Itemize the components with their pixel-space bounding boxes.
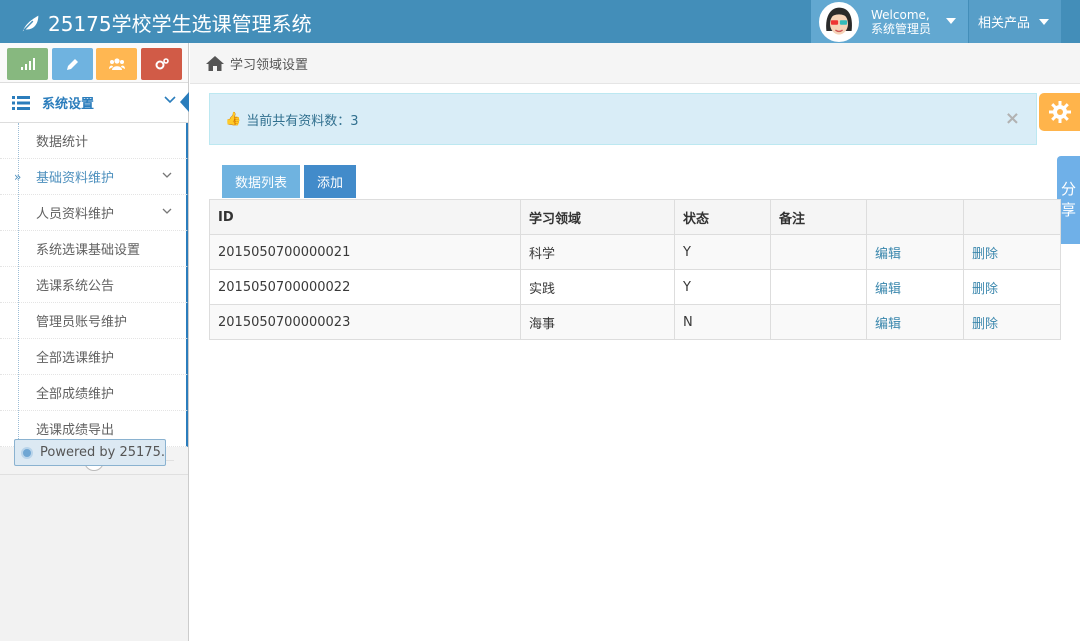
gear-icon <box>1048 101 1071 123</box>
cell-field: 科学 <box>520 234 675 270</box>
column-header-id: ID <box>209 199 521 235</box>
table-row: 2015050700000022 实践 Y 编辑 删除 <box>209 269 1061 305</box>
delete-link[interactable]: 删除 <box>963 234 1061 270</box>
cell-id: 2015050700000022 <box>209 269 521 305</box>
share-text-1: 分 <box>1060 180 1076 198</box>
welcome-text: Welcome, <box>871 7 930 22</box>
app-title: 25175学校学生选课管理系统 <box>48 12 312 36</box>
chevron-down-icon <box>164 96 176 104</box>
sidebar-item-label: 系统选课基础设置 <box>36 243 141 258</box>
alert-text: 当前共有资料数：3 <box>246 113 359 129</box>
sidebar-item-basic-data[interactable]: » 基础资料维护 <box>0 159 188 195</box>
settings-panel-toggle[interactable] <box>1039 93 1080 131</box>
data-list-button[interactable]: 数据列表 <box>222 165 300 198</box>
shortcut-settings-button[interactable] <box>141 48 182 80</box>
user-info: Welcome, 系统管理员 <box>871 8 931 36</box>
column-header-note: 备注 <box>770 199 867 235</box>
cogs-icon <box>155 58 169 70</box>
nav-section-system-settings[interactable]: 系统设置 <box>0 83 189 123</box>
users-icon <box>108 58 125 70</box>
cell-id: 2015050700000021 <box>209 234 521 270</box>
home-icon[interactable] <box>206 55 224 71</box>
cell-status: Y <box>674 269 771 305</box>
column-header-edit <box>866 199 964 235</box>
nav-section-label: 系统设置 <box>42 97 95 112</box>
chevron-down-icon <box>162 172 172 178</box>
cell-id: 2015050700000023 <box>209 304 521 340</box>
sidebar-item-announcements[interactable]: 选课系统公告 <box>0 267 188 303</box>
top-navbar: 25175学校学生选课管理系统 Welcome, 系统管理员 相关产品 <box>0 0 1080 43</box>
sidebar-item-data-stats[interactable]: 数据统计 <box>0 123 188 159</box>
close-icon[interactable]: × <box>1005 108 1020 129</box>
active-arrow <box>180 92 189 112</box>
data-table: ID 学习领域 状态 备注 2015050700000021 科学 Y 编辑 删… <box>209 199 1061 340</box>
cell-field: 海事 <box>520 304 675 340</box>
caret-down-icon <box>1039 18 1050 25</box>
info-alert: 👍 当前共有资料数：3 × <box>209 93 1037 145</box>
list-icon <box>12 95 30 110</box>
sidebar-item-all-grades[interactable]: 全部成绩维护 <box>0 375 188 411</box>
sidebar-item-label: 选课系统公告 <box>36 279 115 294</box>
avatar <box>819 1 859 42</box>
user-menu[interactable]: Welcome, 系统管理员 <box>811 0 968 43</box>
sidebar-item-course-settings[interactable]: 系统选课基础设置 <box>0 231 188 267</box>
pencil-icon <box>67 58 78 70</box>
cell-note <box>770 269 867 305</box>
sidebar-item-label: 选课成绩导出 <box>36 423 115 438</box>
sidebar-item-label: 数据统计 <box>36 135 89 150</box>
products-menu[interactable]: 相关产品 <box>969 0 1061 43</box>
cell-note <box>770 234 867 270</box>
sidebar-item-label: 全部成绩维护 <box>36 387 115 402</box>
breadcrumb: 学习领域设置 <box>190 43 1080 84</box>
shortcut-users-button[interactable] <box>96 48 137 80</box>
sidebar-item-personnel-data[interactable]: 人员资料维护 <box>0 195 188 231</box>
column-header-field: 学习领域 <box>520 199 675 235</box>
signal-icon <box>20 58 35 70</box>
powered-by-text: Powered by 25175.com <box>40 445 165 460</box>
sidebar-item-label: 基础资料维护 <box>36 171 115 186</box>
username: 系统管理员 <box>871 21 932 36</box>
sidebar-item-label: 全部选课维护 <box>36 351 115 366</box>
table-row: 2015050700000021 科学 Y 编辑 删除 <box>209 234 1061 270</box>
delete-link[interactable]: 删除 <box>963 304 1061 340</box>
edit-link[interactable]: 编辑 <box>866 304 964 340</box>
column-header-status: 状态 <box>674 199 771 235</box>
cell-field: 实践 <box>520 269 675 305</box>
sidebar: 系统设置 数据统计 » 基础资料维护 人员资料维护 系统选课基础设置 选课系统公… <box>0 43 189 641</box>
products-label: 相关产品 <box>978 16 1031 31</box>
cell-note <box>770 304 867 340</box>
badge-dot-icon <box>21 446 33 459</box>
column-header-delete <box>963 199 1061 235</box>
sidebar-item-all-courses[interactable]: 全部选课维护 <box>0 339 188 375</box>
shortcut-bar <box>0 43 188 83</box>
sidebar-item-label: 人员资料维护 <box>36 207 115 222</box>
powered-by-badge[interactable]: Powered by 25175.com <box>14 439 166 466</box>
cell-status: N <box>674 304 771 340</box>
shortcut-edit-button[interactable] <box>52 48 93 80</box>
leaf-icon <box>22 15 39 31</box>
sidebar-item-label: 管理员账号维护 <box>36 315 128 330</box>
table-header-row: ID 学习领域 状态 备注 <box>209 199 1061 235</box>
double-angle-right-icon: » <box>14 169 22 184</box>
add-button[interactable]: 添加 <box>304 165 356 198</box>
shortcut-stats-button[interactable] <box>7 48 48 80</box>
breadcrumb-current: 学习领域设置 <box>230 57 309 73</box>
table-row: 2015050700000023 海事 N 编辑 删除 <box>209 304 1061 340</box>
cell-status: Y <box>674 234 771 270</box>
share-text-2: 享 <box>1060 201 1076 219</box>
edit-link[interactable]: 编辑 <box>866 234 964 270</box>
edit-link[interactable]: 编辑 <box>866 269 964 305</box>
sidebar-item-admin-accounts[interactable]: 管理员账号维护 <box>0 303 188 339</box>
chevron-down-icon <box>162 208 172 214</box>
thumbs-up-icon: 👍 <box>225 111 242 127</box>
submenu: 数据统计 » 基础资料维护 人员资料维护 系统选课基础设置 选课系统公告 管理员… <box>0 123 188 447</box>
delete-link[interactable]: 删除 <box>963 269 1061 305</box>
brand[interactable]: 25175学校学生选课管理系统 <box>20 8 312 37</box>
caret-down-icon <box>946 18 956 24</box>
